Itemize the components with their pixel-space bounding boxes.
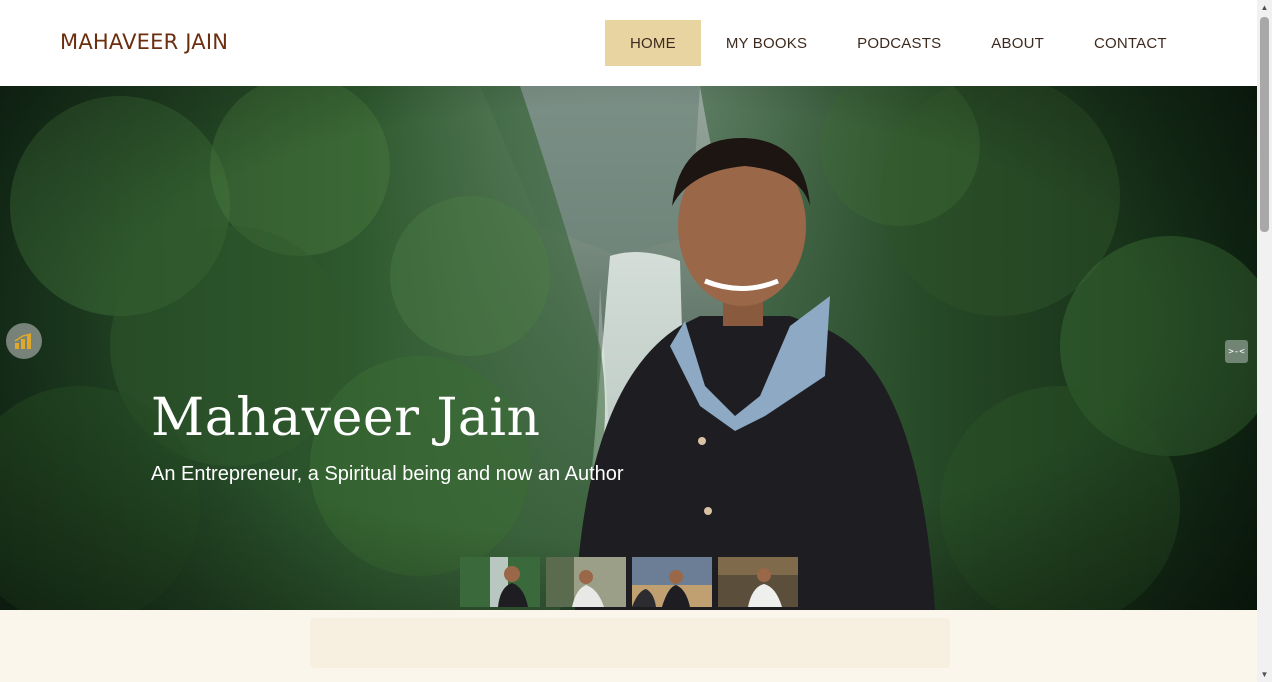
vertical-scrollbar[interactable]: ▲ ▼	[1257, 0, 1272, 682]
nav-home[interactable]: HOME	[605, 20, 701, 66]
thumbnail-2[interactable]	[546, 557, 626, 607]
thumbnail-3[interactable]	[632, 557, 712, 607]
hero-background-image	[0, 86, 1257, 610]
collapse-icon[interactable]: >-<	[1225, 340, 1248, 363]
hero-subtitle: An Entrepreneur, a Spiritual being and n…	[151, 463, 624, 485]
main-nav: HOME MY BOOKS PODCASTS ABOUT CONTACT	[605, 20, 1192, 66]
thumbnail-strip	[460, 557, 798, 607]
site-logo[interactable]: MAHAVEER JAIN	[60, 30, 228, 54]
thumbnail-1[interactable]	[460, 557, 540, 607]
nav-contact[interactable]: CONTACT	[1069, 20, 1192, 66]
bar-chart-icon[interactable]	[6, 323, 42, 359]
faded-banner	[310, 618, 950, 668]
thumbnail-4[interactable]	[718, 557, 798, 607]
nav-about[interactable]: ABOUT	[966, 20, 1069, 66]
hero-slider: Mahaveer Jain An Entrepreneur, a Spiritu…	[0, 86, 1257, 610]
nav-my-books[interactable]: MY BOOKS	[701, 20, 832, 66]
hero-title: Mahaveer Jain	[151, 388, 541, 448]
nav-podcasts[interactable]: PODCASTS	[832, 20, 966, 66]
content-section	[0, 610, 1257, 682]
scroll-down-arrow-icon[interactable]: ▼	[1257, 667, 1272, 682]
scroll-thumb[interactable]	[1260, 17, 1269, 232]
scroll-up-arrow-icon[interactable]: ▲	[1257, 0, 1272, 15]
site-header: MAHAVEER JAIN HOME MY BOOKS PODCASTS ABO…	[0, 0, 1257, 86]
